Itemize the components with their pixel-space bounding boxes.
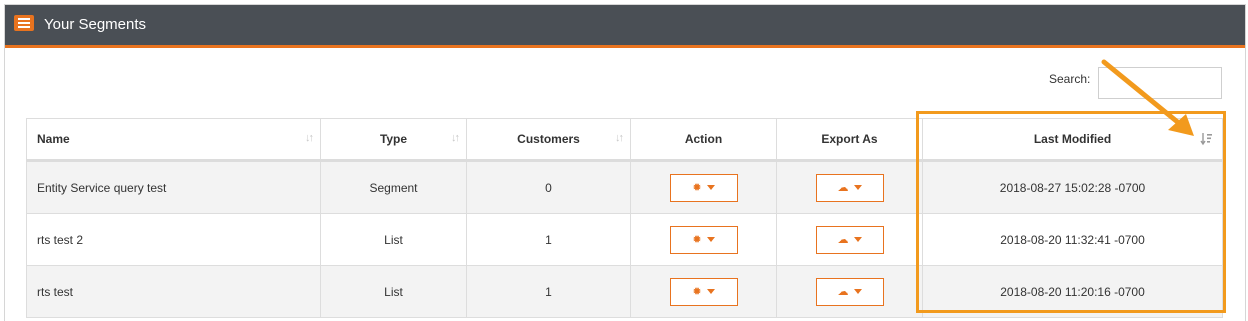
gear-icon: ✹ bbox=[692, 233, 702, 246]
column-header-name[interactable]: Name ↓↑ bbox=[26, 118, 321, 162]
column-header-label: Type bbox=[379, 132, 408, 146]
cloud-download-icon: ☁ bbox=[837, 233, 849, 246]
column-header-label: Customers bbox=[517, 132, 580, 146]
caret-down-icon bbox=[706, 289, 715, 295]
sort-icon[interactable]: ↓↑ bbox=[305, 132, 314, 144]
column-header-label: Last Modified bbox=[1033, 132, 1112, 146]
search-label: Search: bbox=[1049, 72, 1091, 86]
cell-name: rts test bbox=[26, 265, 321, 318]
caret-down-icon bbox=[706, 237, 715, 243]
cell-customers: 1 bbox=[466, 265, 631, 318]
panel-title: Your Segments bbox=[44, 16, 147, 33]
export-dropdown-button[interactable]: ☁ bbox=[815, 277, 884, 306]
caret-down-icon bbox=[853, 185, 862, 191]
panel-header: Your Segments bbox=[5, 5, 1245, 48]
column-header-last-modified[interactable]: Last Modified bbox=[922, 118, 1223, 162]
segments-table: Name ↓↑ Type ↓↑ Customers ↓↑ Action Expo… bbox=[26, 118, 1223, 318]
cloud-download-icon: ☁ bbox=[837, 285, 849, 298]
export-dropdown-button[interactable]: ☁ bbox=[815, 225, 884, 254]
column-header-label: Name bbox=[37, 132, 70, 146]
table-row: Entity Service query test Segment 0 ✹ ☁ … bbox=[26, 160, 1223, 214]
gear-icon: ✹ bbox=[692, 285, 702, 298]
cloud-download-icon: ☁ bbox=[837, 181, 849, 194]
cell-type: List bbox=[320, 213, 467, 266]
search-input[interactable] bbox=[1098, 67, 1222, 99]
caret-down-icon bbox=[706, 185, 715, 191]
cell-customers: 1 bbox=[466, 213, 631, 266]
cell-last-modified: 2018-08-20 11:32:41 -0700 bbox=[922, 213, 1223, 266]
gear-icon: ✹ bbox=[692, 181, 702, 194]
action-dropdown-button[interactable]: ✹ bbox=[669, 173, 738, 202]
cell-name: Entity Service query test bbox=[26, 160, 321, 214]
cell-last-modified: 2018-08-20 11:20:16 -0700 bbox=[922, 265, 1223, 318]
cell-last-modified: 2018-08-27 15:02:28 -0700 bbox=[922, 160, 1223, 214]
cell-type: Segment bbox=[320, 160, 467, 214]
cell-customers: 0 bbox=[466, 160, 631, 214]
table-header-row: Name ↓↑ Type ↓↑ Customers ↓↑ Action Expo… bbox=[26, 118, 1223, 162]
sort-desc-icon[interactable] bbox=[1200, 132, 1212, 149]
action-dropdown-button[interactable]: ✹ bbox=[669, 277, 738, 306]
column-header-type[interactable]: Type ↓↑ bbox=[320, 118, 467, 162]
caret-down-icon bbox=[853, 289, 862, 295]
list-icon bbox=[14, 15, 34, 31]
table-row: rts test 2 List 1 ✹ ☁ 2018-08-20 11:32:4… bbox=[26, 213, 1223, 266]
sort-icon[interactable]: ↓↑ bbox=[615, 132, 624, 144]
column-header-export-as: Export As bbox=[776, 118, 923, 162]
column-header-label: Action bbox=[684, 132, 723, 146]
cell-name: rts test 2 bbox=[26, 213, 321, 266]
column-header-label: Export As bbox=[821, 132, 878, 146]
column-header-action: Action bbox=[630, 118, 777, 162]
column-header-customers[interactable]: Customers ↓↑ bbox=[466, 118, 631, 162]
action-dropdown-button[interactable]: ✹ bbox=[669, 225, 738, 254]
export-dropdown-button[interactable]: ☁ bbox=[815, 173, 884, 202]
table-row: rts test List 1 ✹ ☁ 2018-08-20 11:20:16 … bbox=[26, 265, 1223, 318]
caret-down-icon bbox=[853, 237, 862, 243]
cell-type: List bbox=[320, 265, 467, 318]
sort-icon[interactable]: ↓↑ bbox=[451, 132, 460, 144]
